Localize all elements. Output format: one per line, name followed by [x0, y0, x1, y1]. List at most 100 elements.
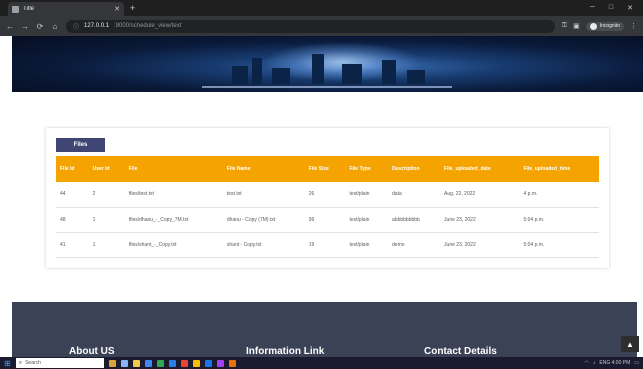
- window-controls: ─ □ ✕: [590, 4, 643, 12]
- site-footer: About US Information Link Contact Detail…: [12, 302, 637, 357]
- reload-icon[interactable]: ⟳: [36, 22, 44, 31]
- file-id-cell: 48: [56, 207, 89, 233]
- tray-clock[interactable]: ENG 4:00 PM: [599, 360, 630, 366]
- menu-icon[interactable]: ⋮: [630, 22, 637, 30]
- incognito-badge[interactable]: Incognito: [585, 21, 624, 31]
- footer-contact-heading: Contact Details: [424, 346, 497, 357]
- taskbar-app-icon[interactable]: [180, 359, 188, 367]
- close-icon[interactable]: ✕: [114, 5, 120, 13]
- description-cell: demo: [388, 232, 441, 258]
- file-type-cell: text/plain: [345, 232, 389, 258]
- taskbar-app-icon[interactable]: [216, 359, 224, 367]
- column-header: User Id: [88, 156, 125, 182]
- files-table: File Id User Id File File Name File Size…: [56, 156, 599, 258]
- close-window-icon[interactable]: ✕: [627, 4, 633, 12]
- table-row: 41 1 files/shant_-_Copy.txt shant - Copy…: [56, 232, 599, 258]
- files-button[interactable]: Files: [56, 138, 105, 152]
- column-header: File Name: [222, 156, 305, 182]
- taskbar-app-icon[interactable]: [192, 359, 200, 367]
- home-icon[interactable]: ⌂: [51, 22, 59, 31]
- banner-building: [407, 70, 425, 84]
- taskbar-app-icon[interactable]: [168, 359, 176, 367]
- minimize-icon[interactable]: ─: [590, 4, 595, 12]
- column-header: File_uploaded_date: [440, 156, 520, 182]
- banner-light-line: [202, 86, 452, 88]
- file-id-cell: 41: [56, 232, 89, 258]
- system-tray: ◠ ♪ ENG 4:00 PM ▭: [585, 360, 639, 366]
- file-name-cell: test.txt: [222, 182, 305, 208]
- upload-date-cell: Aug. 22, 2022: [440, 182, 520, 208]
- upload-date-cell: June 23, 2022: [440, 232, 520, 258]
- maximize-icon[interactable]: □: [609, 4, 613, 12]
- browser-tab[interactable]: Title ✕: [8, 2, 124, 16]
- network-icon[interactable]: ◠: [585, 360, 589, 366]
- chevron-up-icon: ▲: [626, 339, 634, 349]
- banner-building: [382, 60, 396, 84]
- upload-time-cell: 5:04 p.m.: [519, 207, 599, 233]
- volume-icon[interactable]: ♪: [593, 360, 596, 366]
- file-size-cell: 19: [304, 232, 346, 258]
- taskbar-app-icon[interactable]: [204, 359, 212, 367]
- browser-toolbar: ← → ⟳ ⌂ ⓘ 127.0.0.1 :8000/schedule_view/…: [0, 16, 643, 36]
- forward-icon[interactable]: →: [21, 22, 29, 31]
- windows-taskbar: ⊞ ⌕ Search ◠ ♪ ENG 4:00 PM ▭: [0, 357, 643, 369]
- file-name-cell: shant - Copy.txt: [222, 232, 305, 258]
- incognito-icon: [589, 22, 597, 30]
- incognito-label: Incognito: [599, 23, 620, 29]
- upload-time-cell: 4 p.m.: [519, 182, 599, 208]
- scroll-top-button[interactable]: ▲: [621, 336, 639, 352]
- footer-about-heading: About US: [69, 346, 115, 357]
- taskbar-search[interactable]: ⌕ Search: [15, 358, 104, 368]
- files-panel: Files File Id User Id File File Name Fil…: [46, 128, 609, 268]
- file-cell: files/test.txt: [124, 182, 223, 208]
- upload-date-cell: June 23, 2022: [440, 207, 520, 233]
- taskbar-app-icon[interactable]: [132, 359, 140, 367]
- back-icon[interactable]: ←: [6, 22, 14, 31]
- user-id-cell: 1: [88, 232, 125, 258]
- header-banner: [12, 36, 643, 92]
- taskbar-search-text: Search: [25, 360, 41, 366]
- description-cell: data: [388, 182, 441, 208]
- column-header: File Size: [304, 156, 346, 182]
- column-header: File: [124, 156, 223, 182]
- key-icon[interactable]: ⚿: [562, 22, 567, 30]
- column-header: File_uploaded_time: [519, 156, 599, 182]
- upload-time-cell: 5:04 p.m.: [519, 232, 599, 258]
- file-type-cell: text/plain: [345, 207, 389, 233]
- windows-start-icon[interactable]: ⊞: [4, 359, 11, 368]
- file-size-cell: 99: [304, 207, 346, 233]
- taskbar-app-icon[interactable]: [228, 359, 236, 367]
- table-row: 48 1 files/dhanu_-_Copy_7M.txt dhanu - C…: [56, 207, 599, 233]
- split-view-icon[interactable]: ▣: [573, 22, 580, 30]
- address-bar[interactable]: ⓘ 127.0.0.1 :8000/schedule_view/text: [66, 19, 555, 33]
- banner-building: [232, 66, 248, 84]
- file-id-cell: 44: [56, 182, 89, 208]
- taskbar-app-icon[interactable]: [144, 359, 152, 367]
- taskbar-app-icon[interactable]: [120, 359, 128, 367]
- table-row: 44 2 files/test.txt test.txt 26 text/pla…: [56, 182, 599, 208]
- column-header: File Id: [56, 156, 89, 182]
- info-icon[interactable]: ⓘ: [73, 22, 79, 31]
- taskbar-app-icon[interactable]: [108, 359, 116, 367]
- description-cell: abbbbbbbbb: [388, 207, 441, 233]
- footer-info-heading: Information Link: [246, 346, 325, 357]
- search-icon: ⌕: [18, 359, 23, 366]
- taskbar-app-icon[interactable]: [156, 359, 164, 367]
- banner-building: [252, 58, 262, 84]
- column-header: File Type: [345, 156, 389, 182]
- table-header-row: File Id User Id File File Name File Size…: [56, 156, 599, 182]
- file-name-cell: dhanu - Copy (7M).txt: [222, 207, 305, 233]
- tab-title: Title: [23, 6, 35, 12]
- notification-icon[interactable]: ▭: [634, 360, 639, 366]
- address-path: :8000/schedule_view/text: [114, 23, 182, 29]
- file-cell: files/shant_-_Copy.txt: [124, 232, 223, 258]
- file-cell: files/dhanu_-_Copy_7M.txt: [124, 207, 223, 233]
- file-size-cell: 26: [304, 182, 346, 208]
- toolbar-right: ⚿ ▣ Incognito ⋮: [562, 21, 637, 31]
- address-host: 127.0.0.1: [84, 23, 110, 29]
- banner-building: [272, 68, 290, 84]
- new-tab-icon[interactable]: +: [130, 3, 135, 13]
- banner-building: [312, 54, 324, 84]
- column-header: Description: [388, 156, 441, 182]
- favicon-icon: [12, 5, 19, 13]
